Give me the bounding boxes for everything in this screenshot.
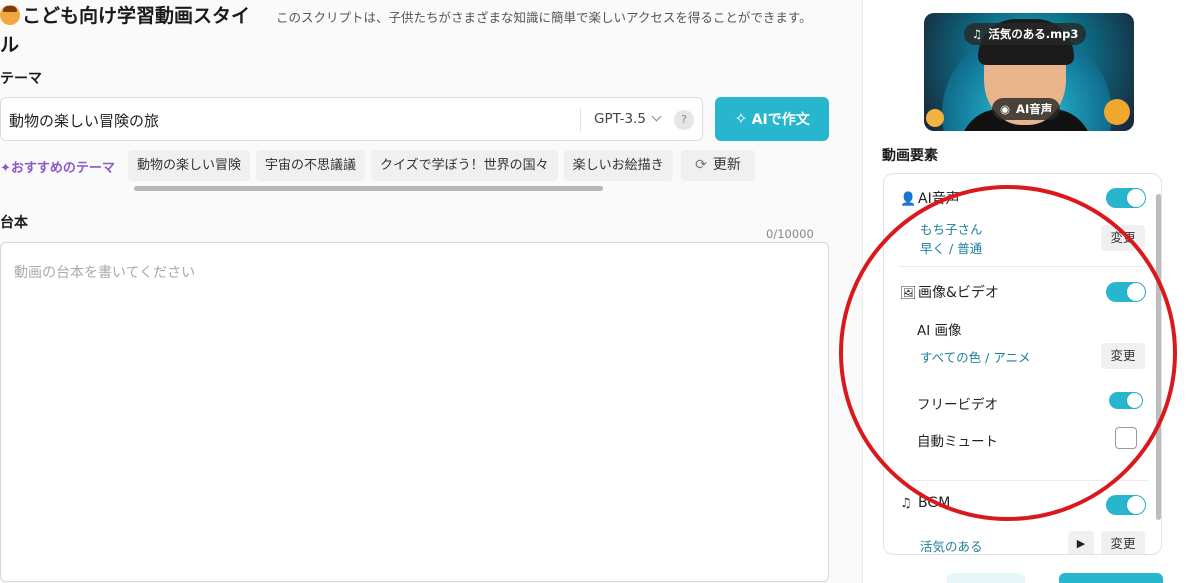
voice-speed-link[interactable]: 早く / 普通 <box>920 238 982 257</box>
voice-icon: ◉ <box>1000 102 1011 116</box>
sidebar: ♫ 活気のある.mp3 ◉ AI音声 動画要素 👤 AI音声 もち子さん 早く / 普… <box>862 0 1191 583</box>
script-placeholder: 動画の台本を書いてください <box>14 265 196 281</box>
music-note-icon: ♫ <box>972 27 983 41</box>
refresh-button-label: 更新 <box>712 157 741 173</box>
auto-mute-label: 自動ミュート <box>917 434 998 450</box>
theme-chip[interactable]: 宇宙の不思議議 <box>256 150 366 181</box>
theme-chip[interactable]: クイズで学ぼう！世界の国々 <box>371 150 558 181</box>
model-select[interactable]: GPT-3.5 <box>594 111 662 127</box>
model-select-value: GPT-3.5 <box>594 111 646 127</box>
chevron-down-icon <box>651 111 662 122</box>
child-face-icon <box>0 5 20 25</box>
ai-voice-change-button[interactable]: 変更 <box>1101 225 1145 251</box>
ai-image-style-link[interactable]: すべての色 / アニメ <box>920 347 1031 366</box>
bgm-label: BGM <box>918 495 951 511</box>
chips-scrollbar[interactable] <box>134 186 603 191</box>
image-video-row: 🖼画像&ビデオ <box>900 282 999 302</box>
voice-name-link[interactable]: もち子さん <box>920 219 983 238</box>
char-counter: 0/10000 <box>766 227 814 241</box>
page-description: このスクリプトは、子供たちがさまざまな知識に簡単で楽しいアクセスを得ることができ… <box>276 10 812 25</box>
video-elements-title: 動画要素 <box>882 148 938 164</box>
magic-wand-icon: ✧ <box>734 109 748 128</box>
ai-image-change-button[interactable]: 変更 <box>1101 343 1145 369</box>
theme-label: テーマ <box>0 71 42 87</box>
page: こども向け学習動画スタイル このスクリプトは、子供たちがさまざまな知識に簡単で楽… <box>0 0 1191 583</box>
theme-field[interactable]: 動物の楽しい冒険の旅 GPT-3.5 ? <box>0 97 703 141</box>
generate-button[interactable] <box>1059 573 1163 583</box>
recommended-themes-label-text: おすすめのテーマ <box>10 161 115 176</box>
theme-chip[interactable]: 動物の楽しい冒険 <box>128 150 251 181</box>
video-thumbnail[interactable]: ♫ 活気のある.mp3 ◉ AI音声 <box>924 13 1134 131</box>
bgm-track-link[interactable]: 活気のある <box>920 536 983 554</box>
ai-voice-row: 👤 AI音声 <box>900 188 960 208</box>
image-video-toggle[interactable] <box>1106 282 1146 302</box>
page-title: こども向け学習動画スタイル <box>0 2 262 60</box>
music-note-icon: ♫ <box>900 496 912 511</box>
thumbnail-sparkle <box>926 109 944 127</box>
ai-write-button[interactable]: ✧ AIで作文 <box>715 97 829 141</box>
music-pill: ♫ 活気のある.mp3 <box>964 23 1087 45</box>
main-content: こども向け学習動画スタイル このスクリプトは、子供たちがさまざまな知識に簡単で楽… <box>0 0 862 583</box>
theme-chip[interactable]: 楽しいお絵描き <box>563 150 673 181</box>
ai-voice-label: AI音声 <box>918 191 960 207</box>
script-label: 台本 <box>0 215 28 231</box>
video-elements-panel: 👤 AI音声 もち子さん 早く / 普通 変更 🖼画像&ビデオ AI 画像 すべて… <box>883 173 1162 555</box>
refresh-icon: ⟳ <box>695 157 707 173</box>
speaker-person-icon: 👤 <box>900 192 917 207</box>
voice-pill-label: AI音声 <box>1016 102 1053 116</box>
preview-button[interactable] <box>947 573 1025 583</box>
ai-image-label: AI 画像 <box>917 323 962 339</box>
sparkle-icon: ✦ <box>0 161 11 176</box>
ai-voice-toggle[interactable] <box>1106 188 1146 208</box>
divider <box>898 480 1148 481</box>
voice-pill: ◉ AI音声 <box>992 98 1061 120</box>
music-pill-label: 活気のある.mp3 <box>988 27 1079 41</box>
recommended-themes-label: ✦おすすめのテーマ <box>0 157 115 176</box>
theme-input[interactable]: 動物の楽しい冒険の旅 <box>9 110 159 131</box>
auto-mute-checkbox[interactable] <box>1115 427 1137 449</box>
help-icon[interactable]: ? <box>674 110 694 130</box>
free-video-label: フリービデオ <box>917 397 998 413</box>
recommended-theme-list: 動物の楽しい冒険 宇宙の不思議議 クイズで学ぼう！世界の国々 楽しいお絵描き <box>128 150 676 182</box>
panel-scrollbar[interactable] <box>1156 194 1161 520</box>
header: こども向け学習動画スタイル <box>0 2 262 60</box>
divider <box>898 266 1148 267</box>
bgm-toggle[interactable] <box>1106 495 1146 515</box>
ai-write-button-label: AIで作文 <box>751 112 810 128</box>
bgm-change-button[interactable]: 変更 <box>1101 531 1145 554</box>
image-icon: 🖼 <box>900 286 917 301</box>
free-video-toggle[interactable] <box>1109 392 1143 409</box>
divider <box>580 108 581 132</box>
script-textarea[interactable]: 動画の台本を書いてください <box>0 242 829 582</box>
thumbnail-sparkle <box>1104 99 1130 125</box>
bgm-row: ♫ BGM <box>900 495 950 511</box>
play-icon[interactable]: ▶ <box>1068 531 1094 554</box>
refresh-button[interactable]: ⟳ 更新 <box>681 150 755 181</box>
page-title-text: こども向け学習動画スタイル <box>0 5 251 56</box>
image-video-label: 画像&ビデオ <box>918 285 999 301</box>
